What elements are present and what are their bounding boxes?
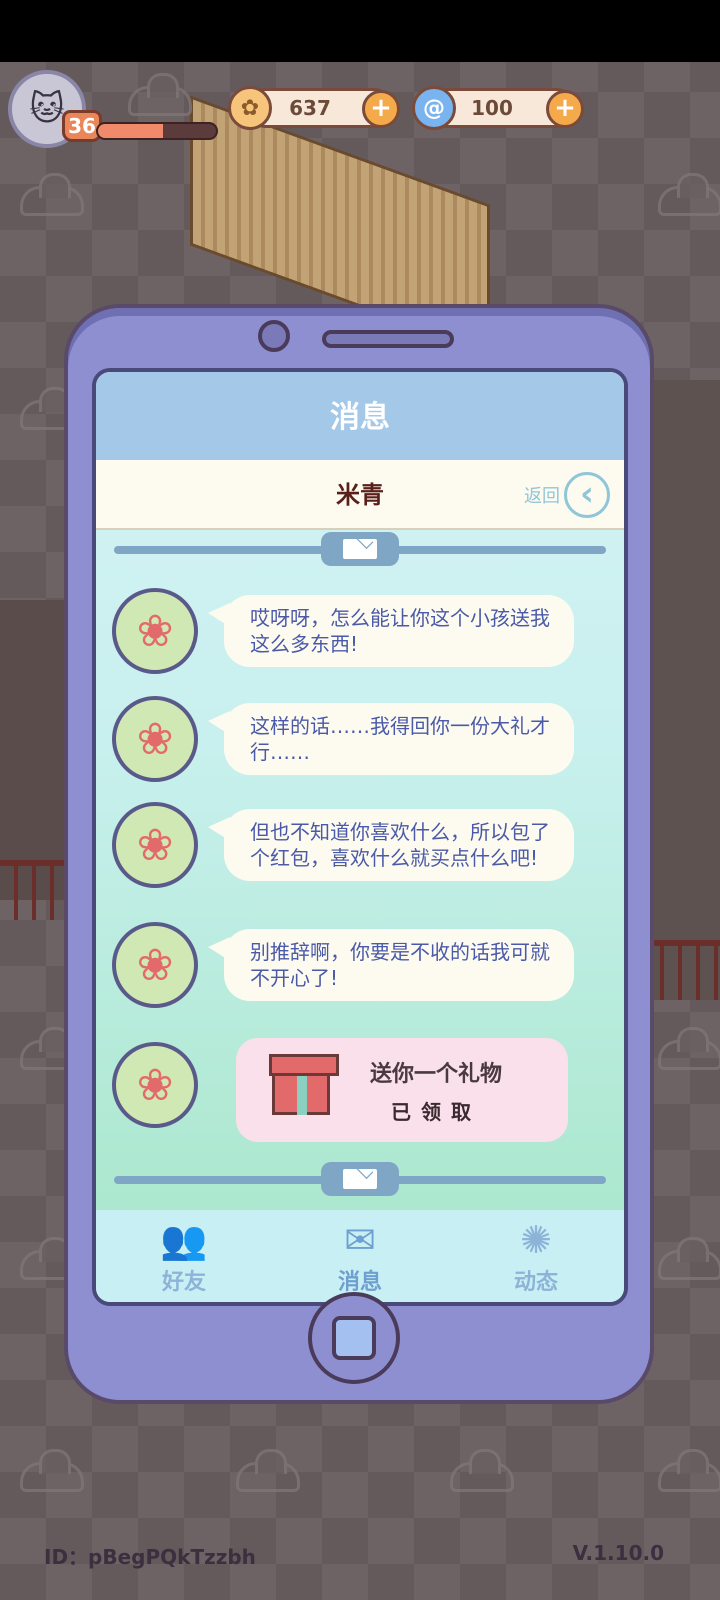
phone-screen: 消息 米青 返回 ‹ ❀ 哎呀呀，怎么能让你这个小孩送我这么多东西! ❀ 这样的… [92, 368, 628, 1306]
moments-icon: ✺ [520, 1218, 552, 1262]
tab-label: 消息 [337, 1270, 382, 1295]
message-bubble: 别推辞啊，你要是不收的话我可就不开心了! [208, 929, 574, 1001]
phone-home-button[interactable] [308, 1292, 400, 1384]
coin-icon: ✿ [228, 86, 272, 130]
cloud-icon [20, 1449, 84, 1492]
gift-card[interactable]: 送你一个礼物 已领取 [236, 1038, 568, 1142]
message-row: ❀ 但也不知道你喜欢什么，所以包了个红包，喜欢什么就买点什么吧! [112, 802, 610, 888]
xp-bar-fill [98, 124, 163, 138]
railing-right [646, 940, 720, 1000]
add-gems-button[interactable]: + [546, 90, 584, 128]
player-id: ID：pBegPQkTzzbh [44, 1545, 256, 1569]
mail-icon: ✉ [344, 1218, 376, 1262]
tab-label: 动态 [513, 1270, 558, 1295]
tab-bar: 👥 好友 ✉ 消息 ✺ 动态 [96, 1210, 624, 1302]
railing-left [0, 860, 70, 920]
home-square-icon [332, 1316, 376, 1360]
gift-title: 送你一个礼物 [370, 1061, 503, 1087]
message-row: ❀ 哎呀呀，怎么能让你这个小孩送我这么多东西! [112, 588, 610, 674]
version-label: V.1.10.0 [572, 1541, 664, 1565]
status-bar [0, 0, 720, 62]
phone-speaker [322, 330, 454, 348]
chevron-left-icon: ‹ [564, 472, 610, 518]
message-bubble: 哎呀呀，怎么能让你这个小孩送我这么多东西! [208, 595, 574, 667]
cloud-icon [236, 1449, 300, 1492]
lotus-avatar-icon: ❀ [112, 1042, 198, 1128]
screen-title: 消息 [96, 372, 624, 460]
chat-header: 米青 返回 ‹ [96, 460, 624, 530]
tab-friends[interactable]: 👥 好友 [124, 1216, 244, 1296]
xp-bar [96, 122, 218, 140]
envelope-icon [321, 532, 399, 566]
lotus-avatar-icon: ❀ [112, 802, 198, 888]
tab-label: 好友 [161, 1270, 206, 1295]
envelope-icon [321, 1162, 399, 1196]
cloud-icon [20, 173, 84, 216]
message-bubble: 这样的话……我得回你一份大礼才行…… [208, 703, 574, 775]
cat-face-icon: 🐱 [29, 89, 65, 129]
cloud-icon [128, 73, 192, 116]
cloud-icon [450, 1449, 514, 1492]
tab-messages[interactable]: ✉ 消息 [300, 1216, 420, 1296]
cloud-icon [658, 1449, 720, 1492]
lotus-avatar-icon: ❀ [112, 588, 198, 674]
cloud-icon [658, 1027, 720, 1070]
swirl-icon: @ [412, 86, 456, 130]
tab-moments[interactable]: ✺ 动态 [476, 1216, 596, 1296]
message-bubble: 但也不知道你喜欢什么，所以包了个红包，喜欢什么就买点什么吧! [208, 809, 574, 881]
lotus-avatar-icon: ❀ [112, 696, 198, 782]
message-row: ❀ 这样的话……我得回你一份大礼才行…… [112, 696, 610, 782]
lotus-avatar-icon: ❀ [112, 922, 198, 1008]
back-button[interactable]: 返回 ‹ [524, 472, 610, 518]
gift-box-icon [269, 1054, 339, 1115]
message-row: ❀ 别推辞啊，你要是不收的话我可就不开心了! [112, 922, 610, 1008]
cloud-icon [658, 1237, 720, 1280]
add-coins-button[interactable]: + [362, 90, 400, 128]
cloud-icon [658, 173, 720, 216]
friends-icon: 👥 [160, 1218, 208, 1262]
back-label: 返回 [524, 486, 560, 507]
gift-status: 已领取 [391, 1099, 481, 1124]
phone-camera [258, 320, 290, 352]
